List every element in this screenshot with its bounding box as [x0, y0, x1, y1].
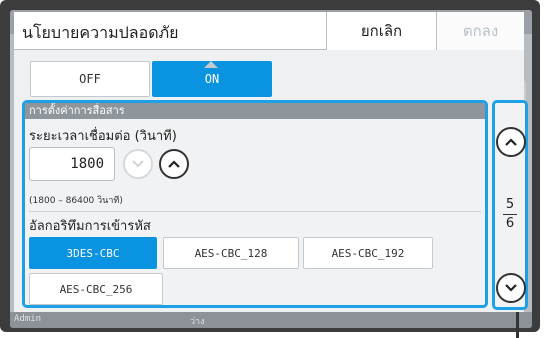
section-divider: [29, 211, 481, 212]
increment-button[interactable]: [159, 149, 189, 179]
timeout-range-note: (1800 – 86400 วินาที): [29, 196, 123, 206]
algo-option-aes-192[interactable]: AES-CBC_192: [303, 237, 433, 269]
touch-screen: Admin ว่าง นโยบายความปลอดภัย ยกเลิก ตกลง…: [10, 10, 532, 328]
toggle-area: OFF ON: [14, 51, 524, 106]
status-user: Admin: [14, 314, 42, 324]
chevron-down-icon: [505, 284, 517, 292]
expand-caret-icon: [204, 61, 218, 68]
chevron-up-icon: [168, 160, 180, 168]
callout-pointer-line: [516, 312, 519, 338]
current-page: 5: [505, 197, 515, 212]
page-navigator: 5 6: [492, 100, 528, 310]
ok-button[interactable]: ตกลง: [436, 12, 524, 50]
page-up-button[interactable]: [496, 127, 526, 157]
security-policy-dialog: นโยบายความปลอดภัย ยกเลิก ตกลง OFF ON การ…: [14, 12, 528, 312]
algo-option-3des-cbc[interactable]: 3DES-CBC: [29, 237, 157, 269]
status-state: ว่าง: [190, 317, 205, 327]
section-header: การตั้งค่าการสื่อสาร: [25, 103, 485, 119]
off-button[interactable]: OFF: [30, 61, 150, 97]
page-fraction-line: [503, 214, 517, 215]
dialog-title: นโยบายความปลอดภัย: [22, 23, 179, 42]
cancel-button[interactable]: ยกเลิก: [326, 12, 436, 50]
page-down-button[interactable]: [496, 273, 526, 303]
algo-option-aes-128[interactable]: AES-CBC_128: [163, 237, 299, 269]
total-pages: 6: [505, 216, 515, 231]
communication-settings-panel: การตั้งค่าการสื่อสาร ระยะเวลาเชื่อมต่อ (…: [22, 100, 488, 308]
encryption-label: อัลกอริทึมการเข้ารหัส: [29, 219, 151, 234]
timeout-label: ระยะเวลาเชื่อมต่อ (วินาที): [29, 129, 177, 144]
chevron-up-icon: [505, 138, 517, 146]
dialog-header: นโยบายความปลอดภัย ยกเลิก ตกลง: [14, 12, 524, 50]
chevron-down-icon: [132, 160, 144, 168]
timeout-input[interactable]: 1800: [29, 147, 115, 181]
decrement-button[interactable]: [123, 149, 153, 179]
background-status-bar: Admin ว่าง: [10, 312, 532, 328]
algo-option-aes-256[interactable]: AES-CBC_256: [29, 273, 163, 305]
